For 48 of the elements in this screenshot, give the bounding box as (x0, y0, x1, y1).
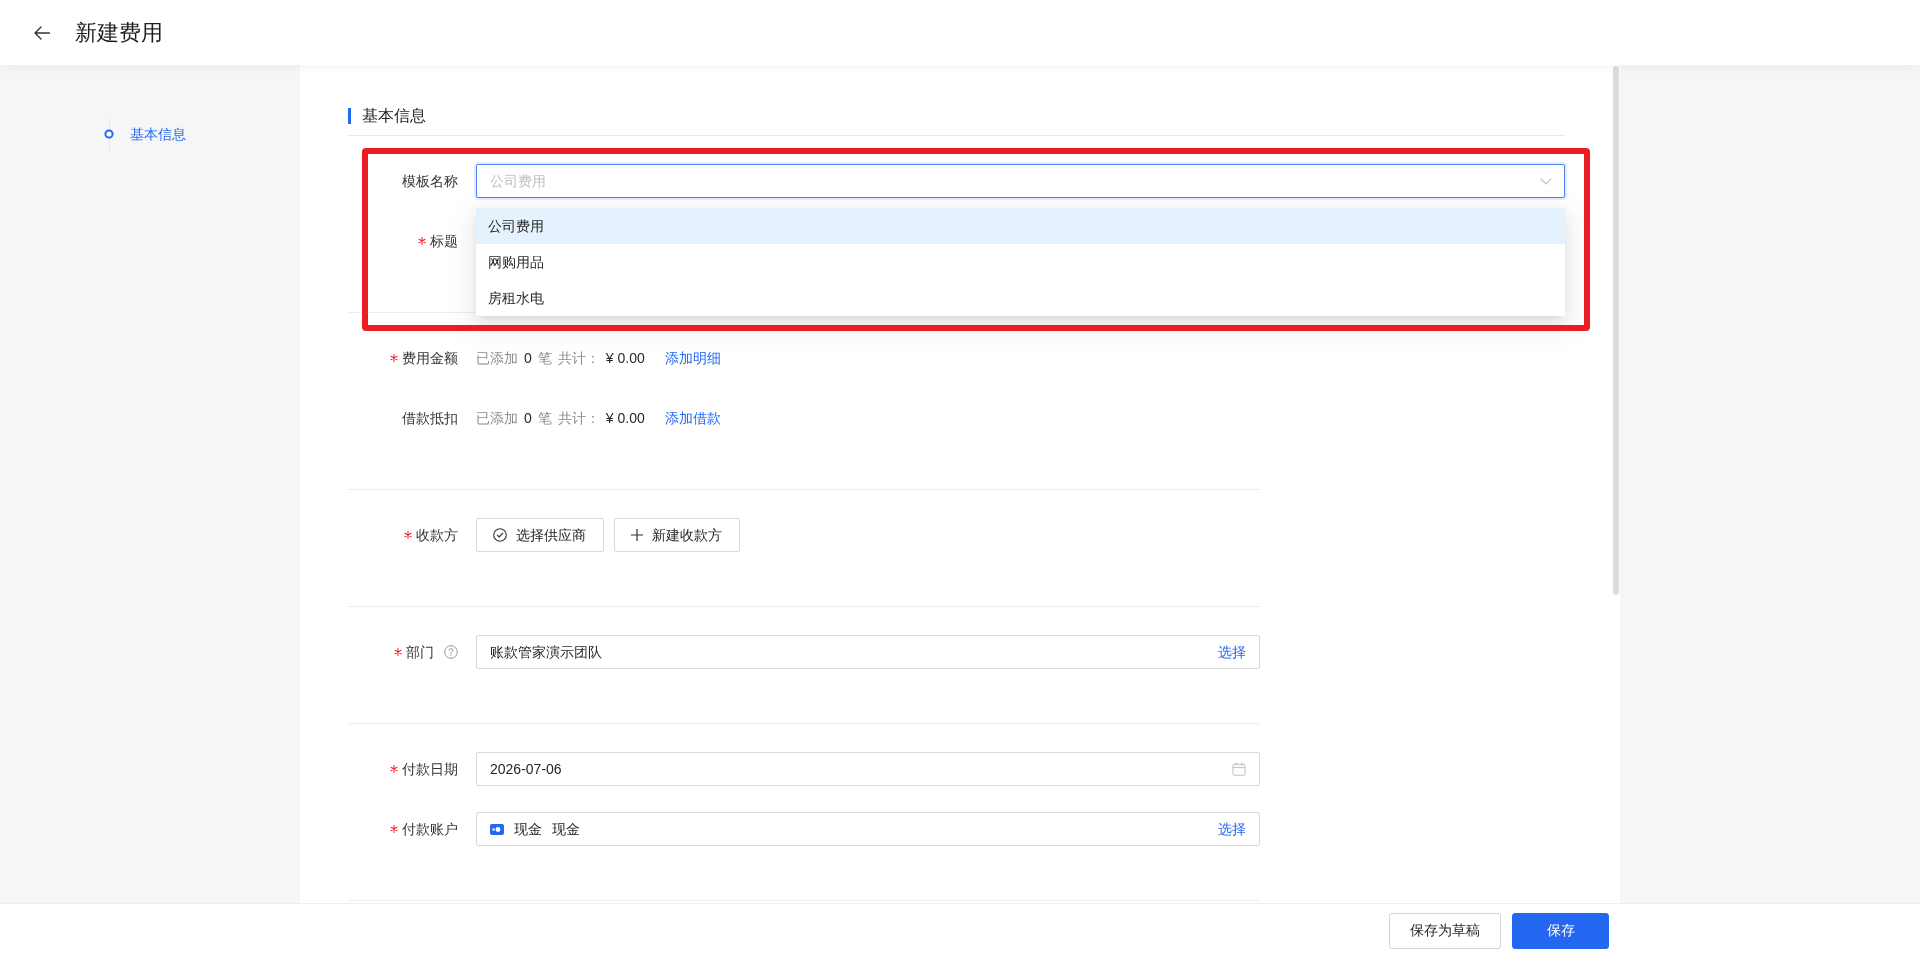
back-arrow-icon (34, 25, 50, 40)
select-link[interactable]: 选择 (1218, 818, 1246, 840)
count-text: 0 (524, 408, 532, 428)
select-link[interactable]: 选择 (1218, 641, 1246, 663)
add-link[interactable]: 添加明细 (664, 347, 721, 369)
account-field[interactable]: 现金 现金 选择 (476, 812, 1260, 846)
field-label: 收款方 (416, 525, 458, 545)
date-field[interactable]: 2026-07-06 (476, 752, 1260, 786)
total-label: 共计： (557, 348, 600, 368)
dropdown-option[interactable]: 房租水电 (476, 280, 1565, 316)
cash-icon (490, 823, 504, 835)
add-link[interactable]: 添加借款 (664, 407, 721, 429)
field-value: 账款管家演示团队 (490, 642, 602, 662)
amount-text: ¥ 0.00 (605, 408, 645, 428)
section-title: 基本信息 (362, 106, 426, 126)
added-label: 已添加 (476, 408, 518, 428)
back-button[interactable] (34, 25, 50, 40)
chevron-down-icon (1540, 177, 1552, 185)
field-label: 费用金额 (402, 348, 458, 368)
count-text: 0 (524, 348, 532, 368)
field-label: 部门 (406, 642, 434, 662)
nav-item[interactable]: 基本信息 (104, 124, 186, 144)
added-label: 已添加 (476, 348, 518, 368)
unit-label: 笔 (537, 408, 552, 428)
select-supplier-button[interactable]: 选择供应商 (476, 518, 604, 552)
field-label: 付款账户 (402, 819, 458, 839)
new-payee-button[interactable]: 新建收款方 (614, 518, 740, 552)
field-label: 模板名称 (402, 171, 458, 191)
page-title: 新建费用 (75, 18, 163, 47)
unit-label: 笔 (537, 348, 552, 368)
field-label: 借款抵扣 (402, 408, 458, 428)
plus-icon (631, 529, 643, 541)
amount-text: ¥ 0.00 (605, 348, 645, 368)
calendar-icon (1232, 762, 1246, 776)
save-button[interactable]: 保存 (1512, 912, 1609, 949)
account-name: 现金 (514, 819, 542, 839)
account-type: 现金 (552, 819, 580, 839)
dropdown-option[interactable]: 公司费用 (476, 208, 1565, 244)
dropdown-option[interactable]: 网购用品 (476, 244, 1565, 280)
check-circle-icon (493, 528, 507, 542)
save-draft-button[interactable]: 保存为草稿 (1389, 912, 1501, 949)
total-label: 共计： (557, 408, 600, 428)
picker-field[interactable]: 账款管家演示团队 选择 (476, 635, 1260, 669)
field-label: 付款日期 (402, 759, 458, 779)
ring-dot-icon (104, 129, 114, 139)
field-label: 标题 (430, 231, 458, 251)
accent-bar-icon (348, 108, 351, 124)
scrollbar-thumb[interactable] (1613, 66, 1619, 595)
